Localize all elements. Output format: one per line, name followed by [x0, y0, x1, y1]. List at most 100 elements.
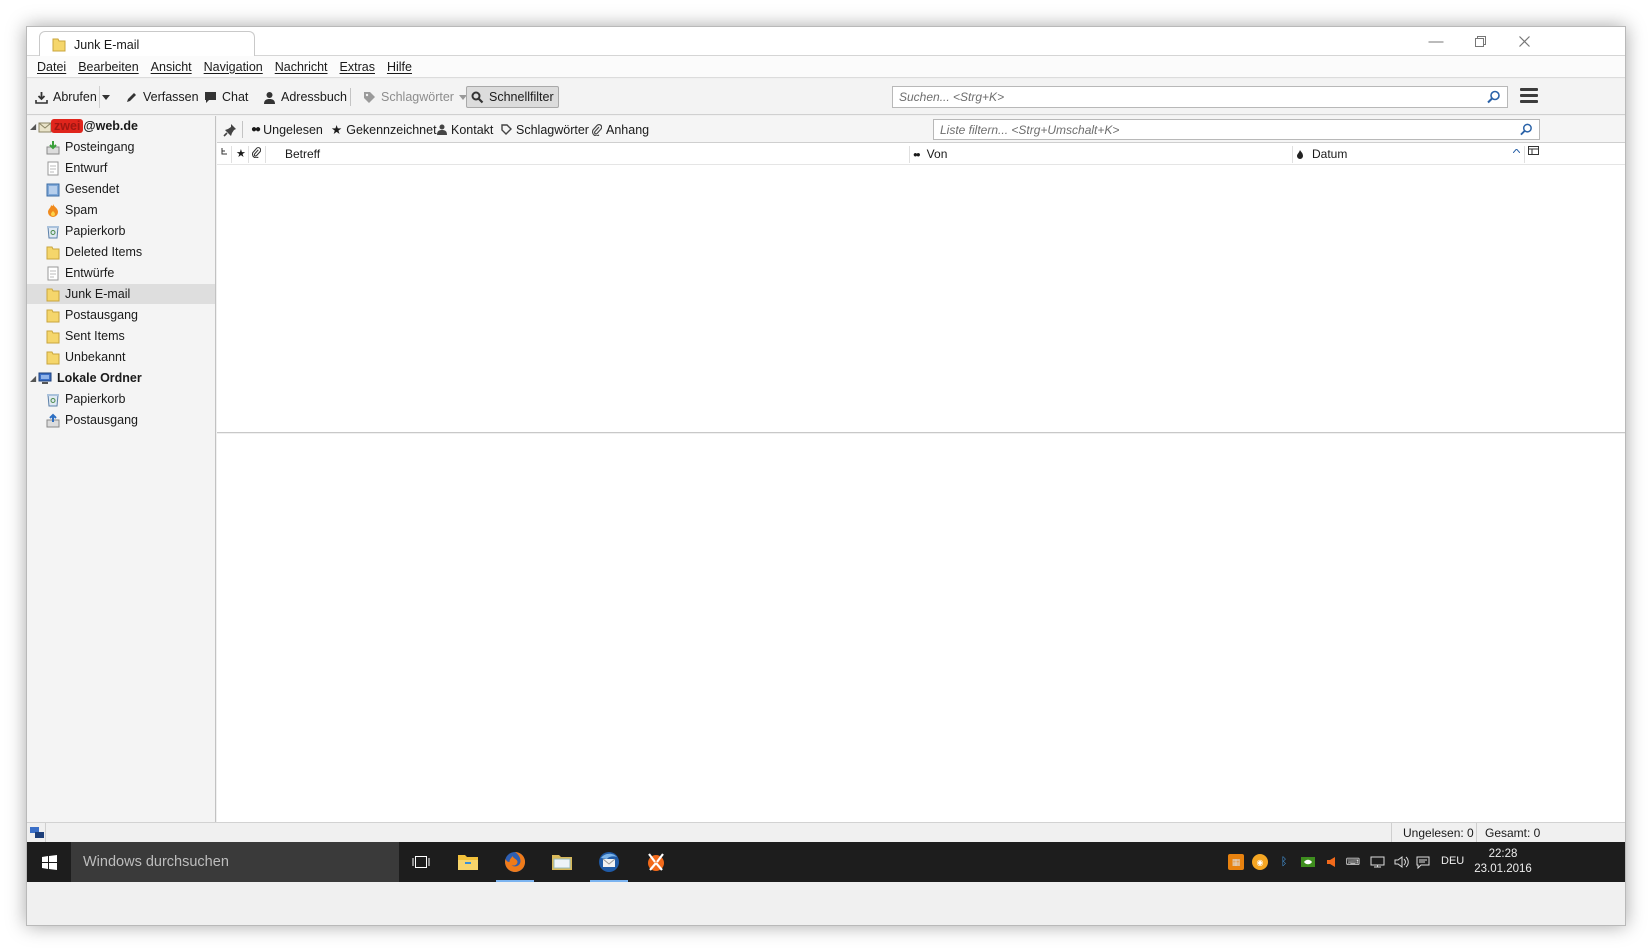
from-column-header[interactable]: ●● Von [913, 147, 947, 161]
folder-postausgang[interactable]: Postausgang [27, 305, 215, 325]
column-picker-icon [1528, 146, 1539, 155]
magnifier-icon [471, 91, 484, 103]
restore-button[interactable] [1457, 27, 1503, 56]
menu-datei[interactable]: Datei [31, 60, 72, 74]
filter-list-input[interactable]: Liste filtern... <Strg+Umschalt+K> [933, 119, 1540, 140]
taskbar-search-input[interactable]: Windows durchsuchen [71, 842, 399, 882]
folder-entwurf[interactable]: Entwurf [27, 158, 215, 178]
taskbar-clock[interactable]: 22:28 23.01.2016 [1471, 847, 1535, 877]
menu-hilfe[interactable]: Hilfe [381, 60, 418, 74]
message-list-header: ★ Betreff ●● Von Datum [217, 143, 1625, 165]
quick-filter-button[interactable]: Schnellfilter [466, 86, 559, 108]
tray-avast-icon[interactable] [1323, 854, 1339, 870]
filter-unread-button[interactable]: ●● Ungelesen [251, 121, 323, 138]
local-folder-postausgang[interactable]: Postausgang [27, 410, 215, 430]
menu-navigation[interactable]: Navigation [198, 60, 269, 74]
online-status-icon[interactable] [30, 827, 44, 839]
tray-bluetooth-icon[interactable]: ᛒ [1276, 854, 1292, 870]
tray-notifications-icon[interactable] [1415, 854, 1431, 870]
account-name: Lokale Ordner [57, 371, 142, 385]
outbox-icon [46, 413, 60, 427]
tags-button[interactable]: Schlagwörter [359, 86, 471, 108]
tray-app-icon-1[interactable]: ▦ [1228, 854, 1244, 870]
search-icon [1487, 90, 1500, 104]
search-input[interactable]: Suchen... <Strg+K> [892, 86, 1508, 108]
folder-junk-email[interactable]: Junk E-mail [27, 284, 215, 304]
subject-column-header[interactable]: Betreff [285, 147, 320, 161]
file-explorer-taskbar-icon[interactable] [445, 842, 491, 882]
thunderbird-taskbar-icon[interactable] [586, 842, 632, 882]
address-book-button[interactable]: Adressbuch [259, 86, 351, 108]
task-view-icon [412, 856, 430, 868]
filter-tags-label: Schlagwörter [516, 122, 589, 137]
local-folders-icon [38, 372, 52, 384]
menu-extras[interactable]: Extras [334, 60, 381, 74]
star-column-header[interactable]: ★ [236, 147, 246, 160]
folder-icon [46, 288, 60, 301]
tray-network-icon[interactable] [1369, 854, 1385, 870]
compose-button[interactable]: Verfassen [121, 86, 203, 108]
column-picker-button[interactable] [1528, 146, 1539, 157]
folder-label: Gesendet [65, 182, 120, 196]
folder-gesendet[interactable]: Gesendet [27, 179, 215, 199]
filter-starred-button[interactable]: ★ Gekennzeichnet [331, 121, 437, 138]
tray-volume-icon[interactable] [1393, 854, 1409, 870]
start-button[interactable] [27, 842, 71, 882]
close-button[interactable] [1501, 27, 1547, 56]
column-divider [1292, 146, 1293, 163]
get-mail-dropdown[interactable] [99, 86, 112, 108]
folder-entwuerfe[interactable]: Entwürfe [27, 263, 215, 283]
folder-label: Entwürfe [65, 266, 115, 280]
folder-spam[interactable]: Spam [27, 200, 215, 220]
folder-label: Postausgang [65, 308, 138, 322]
folder-label: Unbekannt [65, 350, 126, 364]
message-list[interactable] [217, 165, 1625, 433]
tags-label: Schlagwörter [381, 90, 454, 104]
account-lokale-ordner[interactable]: ◢ Lokale Ordner [27, 368, 215, 388]
menu-bearbeiten[interactable]: Bearbeiten [72, 60, 144, 74]
date-column-label: Datum [1312, 147, 1348, 161]
chevron-down-icon [102, 94, 110, 100]
tray-nvidia-icon[interactable] [1300, 854, 1316, 870]
language-indicator[interactable]: DEU [1441, 855, 1464, 867]
minimize-button[interactable]: — [1413, 27, 1459, 56]
get-mail-button[interactable]: Abrufen [31, 86, 101, 108]
collapse-icon[interactable]: ◢ [30, 122, 38, 131]
filter-tags-button[interactable]: Schlagwörter [501, 121, 589, 138]
thread-icon [221, 148, 227, 155]
local-folder-papierkorb[interactable]: Papierkorb [27, 389, 215, 409]
folder-unbekannt[interactable]: Unbekannt [27, 347, 215, 367]
column-divider [265, 146, 266, 163]
attachment-column-header[interactable] [252, 147, 261, 158]
task-view-button[interactable] [398, 842, 444, 882]
menu-nachricht[interactable]: Nachricht [269, 60, 334, 74]
app-menu-button[interactable] [1520, 88, 1538, 104]
folder-deleted-items[interactable]: Deleted Items [27, 242, 215, 262]
sticky-filter-toggle[interactable] [223, 121, 237, 138]
minimize-icon: — [1428, 33, 1444, 50]
avast-taskbar-icon[interactable] [633, 842, 679, 882]
tray-input-icon[interactable]: ⌨ [1345, 854, 1361, 870]
collapse-icon[interactable]: ◢ [30, 374, 38, 383]
tray-app-icon-2[interactable]: ◉ [1252, 854, 1268, 870]
folder-label: Papierkorb [65, 392, 126, 406]
menu-ansicht[interactable]: Ansicht [145, 60, 198, 74]
chat-button[interactable]: Chat [200, 86, 252, 108]
folder-sent-items[interactable]: Sent Items [27, 326, 215, 346]
message-preview-pane [217, 434, 1625, 822]
star-icon: ★ [331, 123, 343, 137]
nvidia-icon [1301, 857, 1315, 867]
firefox-taskbar-icon[interactable] [492, 842, 538, 882]
date-column-header[interactable]: Datum [1296, 147, 1347, 161]
filter-attachment-button[interactable]: Anhang [592, 121, 649, 138]
tab-junk-email[interactable]: Junk E-mail [39, 31, 255, 57]
folder-papierkorb[interactable]: Papierkorb [27, 221, 215, 241]
thread-column-header[interactable] [221, 147, 229, 158]
account-web-de[interactable]: ◢ zwei @web.de [27, 116, 215, 136]
explorer-window-taskbar-icon[interactable] [539, 842, 585, 882]
filter-contact-button[interactable]: Kontakt [437, 121, 493, 138]
folder-label: Entwurf [65, 161, 108, 175]
folder-posteingang[interactable]: Posteingang [27, 137, 215, 157]
speaker-mute-icon [1327, 857, 1335, 867]
taskbar-search-placeholder: Windows durchsuchen [83, 854, 229, 870]
